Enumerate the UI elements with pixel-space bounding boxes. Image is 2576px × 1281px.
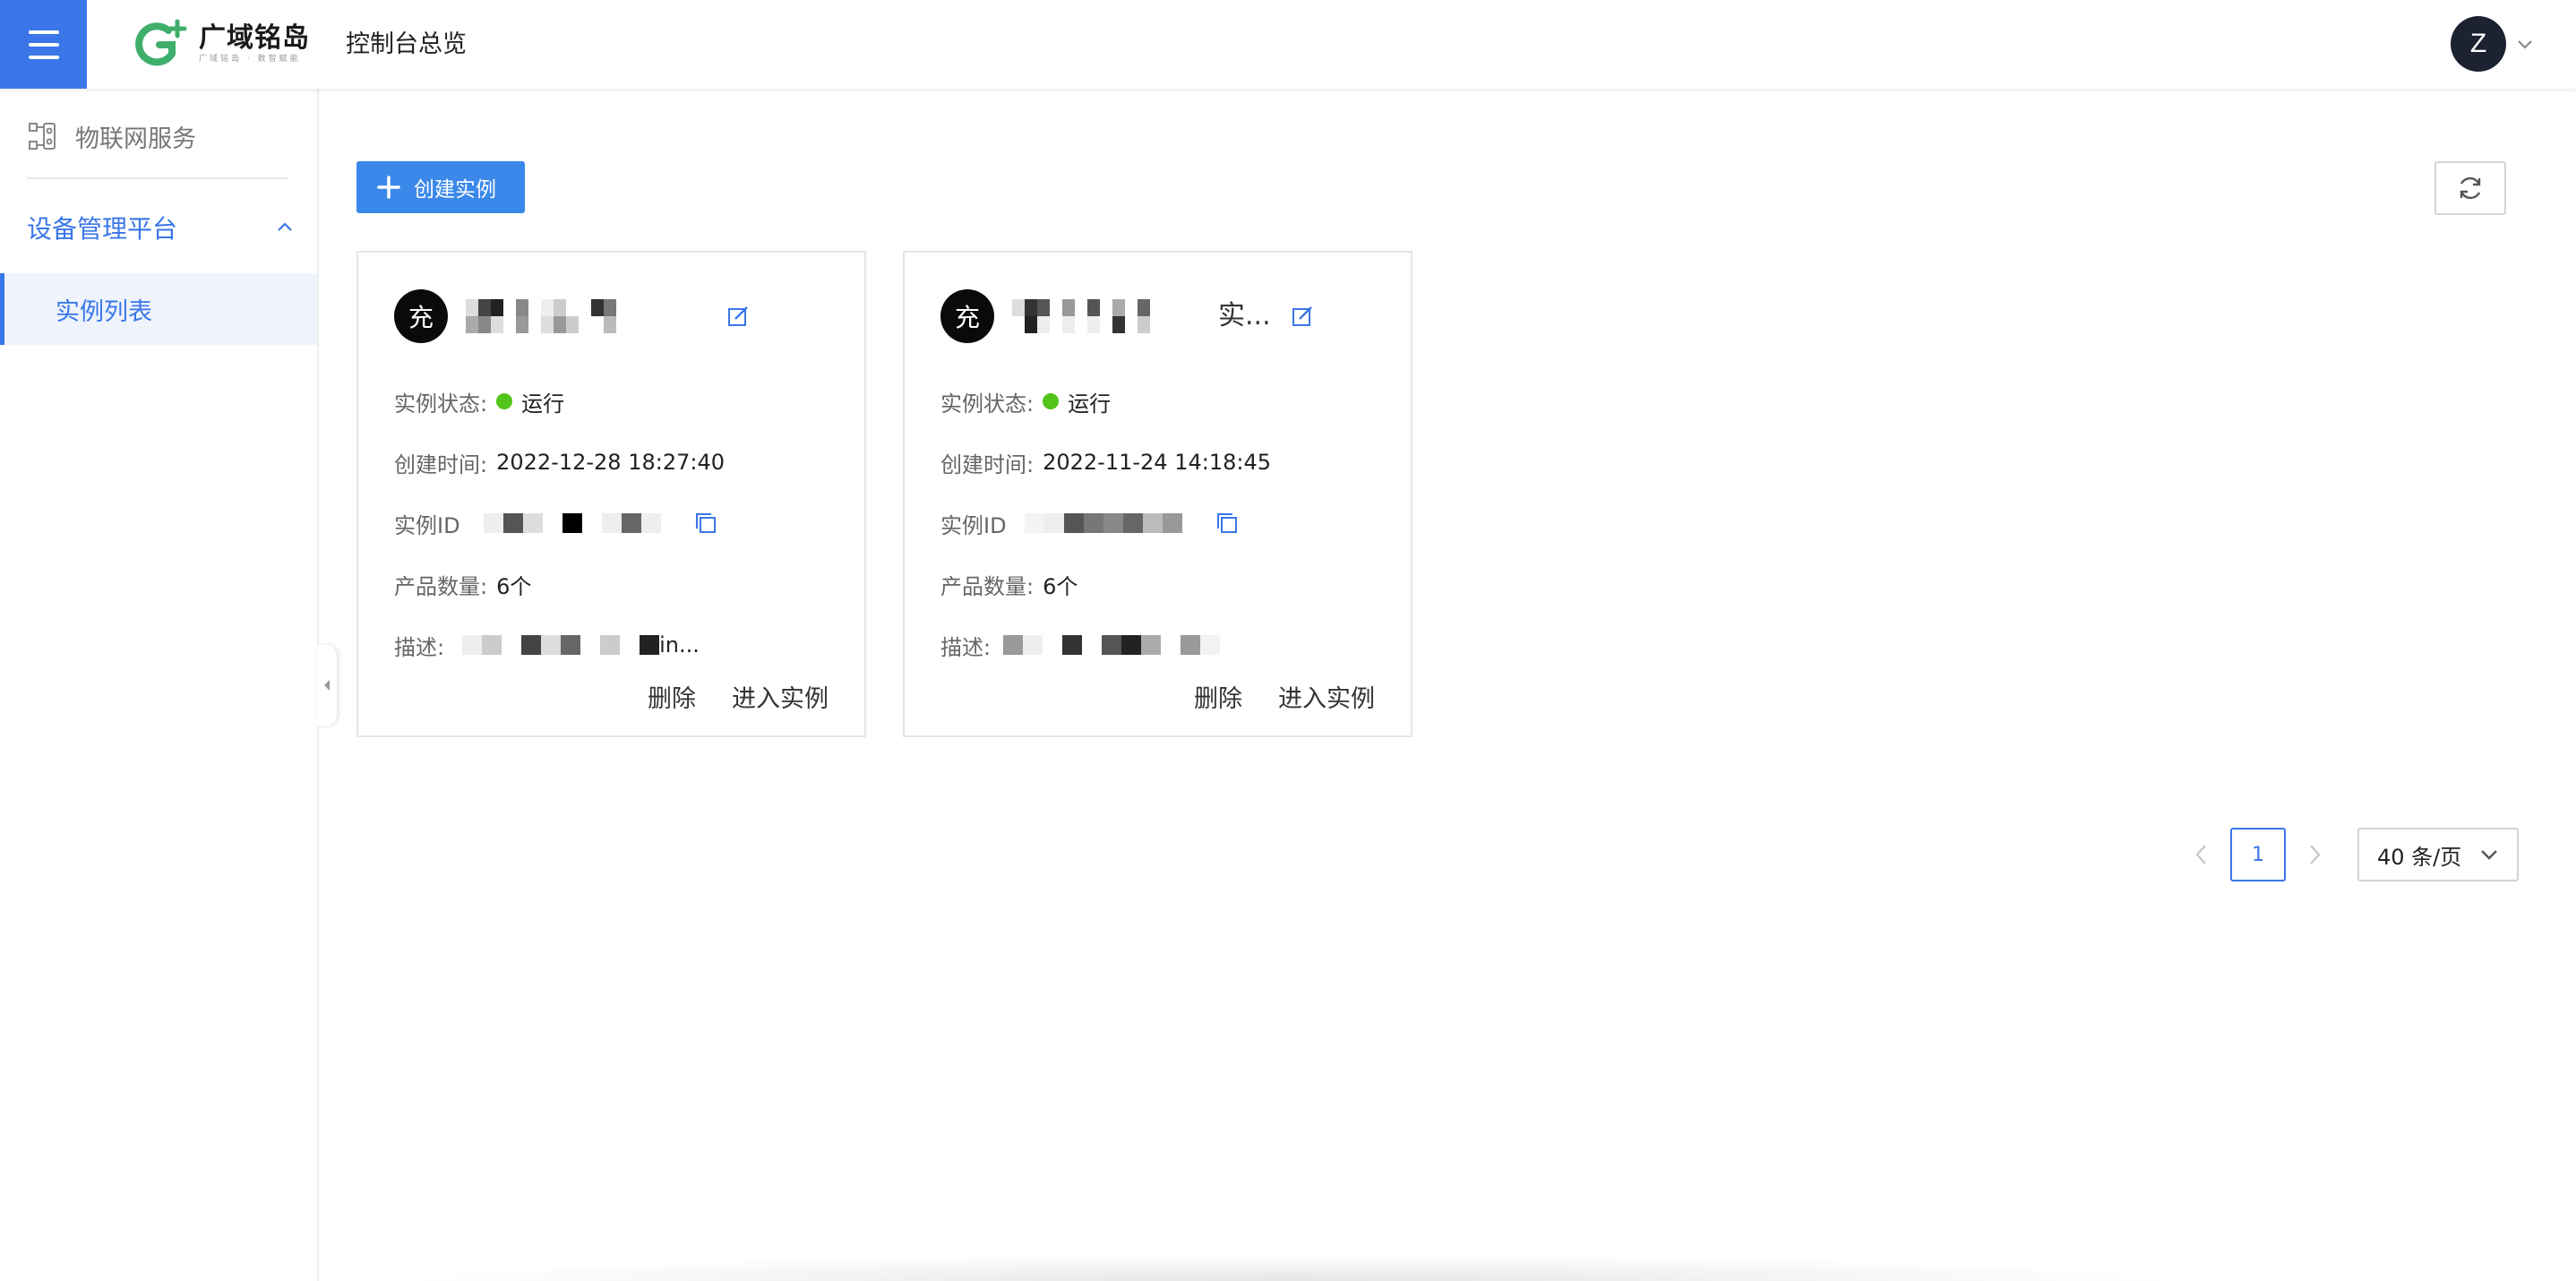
product-count-value: 6个	[496, 573, 532, 599]
instance-id-row: 实例ID	[940, 507, 1240, 539]
instance-avatar: 充	[394, 289, 448, 343]
created-time-value: 2022-11-24 14:18:45	[1043, 450, 1271, 475]
chevron-down-icon	[2481, 850, 2497, 860]
redacted-description	[1003, 635, 1221, 655]
instance-card: 充 实例状态: 运行 创建时间: 2022-12-28 18:27:40 实例I…	[356, 251, 866, 737]
description-label: 描述:	[940, 634, 992, 660]
card-actions: 删除 进入实例	[1194, 679, 1375, 714]
hamburger-menu-icon-bar	[28, 55, 59, 59]
instance-card: 充 实... 实例状态: 运行 创建时间: 2022-11-24 14:18:4…	[903, 251, 1413, 737]
enter-instance-link[interactable]: 进入实例	[1278, 679, 1375, 714]
chevron-up-icon	[278, 222, 292, 231]
sidebar-divider	[27, 177, 288, 179]
instance-id-label: 实例ID	[940, 512, 1007, 538]
product-count-label: 产品数量:	[940, 573, 1035, 599]
hamburger-menu-icon	[28, 30, 59, 34]
card-header: 充	[394, 288, 751, 344]
card-header: 充 实...	[940, 288, 1315, 344]
sidebar-menu-device-platform[interactable]: 设备管理平台	[27, 205, 296, 250]
sidebar-group-iot[interactable]: 物联网服务	[27, 114, 196, 159]
brand-logo[interactable]: 广域铭岛 广域铭岛 · 数智赋能	[133, 18, 310, 70]
redacted-name-mosaic	[466, 299, 717, 333]
page-title: 控制台总览	[346, 30, 467, 58]
status-running-dot	[1043, 393, 1060, 409]
chevron-left-icon	[2195, 845, 2206, 864]
redacted-name-mosaic	[1012, 299, 1218, 333]
description-row: 描述: in...	[394, 629, 700, 661]
chevron-right-icon	[2310, 845, 2321, 864]
description-row: 描述:	[940, 629, 1221, 661]
delete-instance-link[interactable]: 删除	[648, 679, 696, 714]
user-avatar: Z	[2451, 16, 2506, 72]
copy-icon[interactable]	[1215, 511, 1240, 536]
status-value: 运行	[1068, 391, 1112, 417]
top-header: 广域铭岛 广域铭岛 · 数智赋能 控制台总览 Z	[0, 0, 2576, 89]
status-running-dot	[496, 393, 513, 409]
next-page-button[interactable]	[2298, 838, 2331, 871]
refresh-button[interactable]	[2434, 161, 2506, 215]
instance-status-row: 实例状态: 运行	[394, 385, 564, 417]
create-instance-label: 创建实例	[414, 178, 496, 202]
product-count-row: 产品数量: 6个	[394, 568, 531, 600]
created-time-row: 创建时间: 2022-12-28 18:27:40	[394, 446, 725, 478]
description-tail: in...	[659, 632, 700, 658]
create-instance-button[interactable]: 创建实例	[356, 161, 525, 213]
refresh-icon	[2460, 176, 2481, 200]
instance-name	[466, 299, 717, 333]
user-menu[interactable]: Z	[2451, 16, 2535, 72]
chevron-down-icon	[2518, 40, 2532, 49]
pagination: 1 40 条/页	[2185, 828, 2519, 881]
created-time-label: 创建时间:	[940, 451, 1035, 477]
instance-id-row: 实例ID	[394, 507, 718, 539]
product-count-label: 产品数量:	[394, 573, 488, 599]
page-size-select[interactable]: 40 条/页	[2357, 828, 2519, 881]
product-count-row: 产品数量: 6个	[940, 568, 1078, 600]
iot-nodes-icon	[29, 123, 56, 150]
prev-page-button[interactable]	[2185, 838, 2218, 871]
instance-id-label: 实例ID	[394, 512, 460, 538]
enter-instance-link[interactable]: 进入实例	[732, 679, 829, 714]
instance-avatar: 充	[940, 289, 994, 343]
sidebar-item-instance-list[interactable]: 实例列表	[0, 273, 317, 345]
logo-icon	[135, 19, 187, 66]
instance-name: 实...	[1012, 299, 1281, 333]
status-label: 实例状态:	[394, 391, 488, 417]
hamburger-menu-icon-bar	[28, 42, 59, 47]
redacted-instance-id	[463, 513, 681, 533]
redacted-instance-id	[1024, 513, 1202, 533]
logo-subtitle: 广域铭岛 · 数智赋能	[199, 55, 301, 64]
menu-toggle-button[interactable]	[0, 0, 87, 89]
sidebar-item-label: 实例列表	[56, 297, 152, 326]
edit-icon[interactable]	[1290, 304, 1315, 329]
card-actions: 删除 进入实例	[648, 679, 829, 714]
plus-icon	[377, 176, 400, 199]
instance-name-tail: 实...	[1218, 300, 1271, 331]
logo-title: 广域铭岛	[199, 22, 310, 54]
status-label: 实例状态:	[940, 391, 1035, 417]
created-time-value: 2022-12-28 18:27:40	[496, 450, 725, 475]
description-label: 描述:	[394, 634, 445, 660]
copy-icon[interactable]	[693, 511, 718, 536]
product-count-value: 6个	[1043, 573, 1078, 599]
created-time-label: 创建时间:	[394, 451, 488, 477]
created-time-row: 创建时间: 2022-11-24 14:18:45	[940, 446, 1271, 478]
sidebar-collapse-handle[interactable]	[317, 645, 337, 726]
instance-status-row: 实例状态: 运行	[940, 385, 1111, 417]
caret-left-icon	[324, 680, 330, 691]
page-size-value: 40 条/页	[2377, 844, 2462, 870]
edit-icon[interactable]	[726, 304, 751, 329]
redacted-description	[462, 635, 660, 655]
delete-instance-link[interactable]: 删除	[1194, 679, 1242, 714]
sidebar-menu-label: 设备管理平台	[27, 214, 178, 244]
status-value: 运行	[521, 391, 565, 417]
bottom-shadow	[394, 1254, 2185, 1281]
sidebar: 物联网服务 设备管理平台 实例列表	[0, 89, 319, 1281]
page-number-button[interactable]: 1	[2230, 828, 2286, 881]
sidebar-group-label: 物联网服务	[75, 125, 196, 153]
